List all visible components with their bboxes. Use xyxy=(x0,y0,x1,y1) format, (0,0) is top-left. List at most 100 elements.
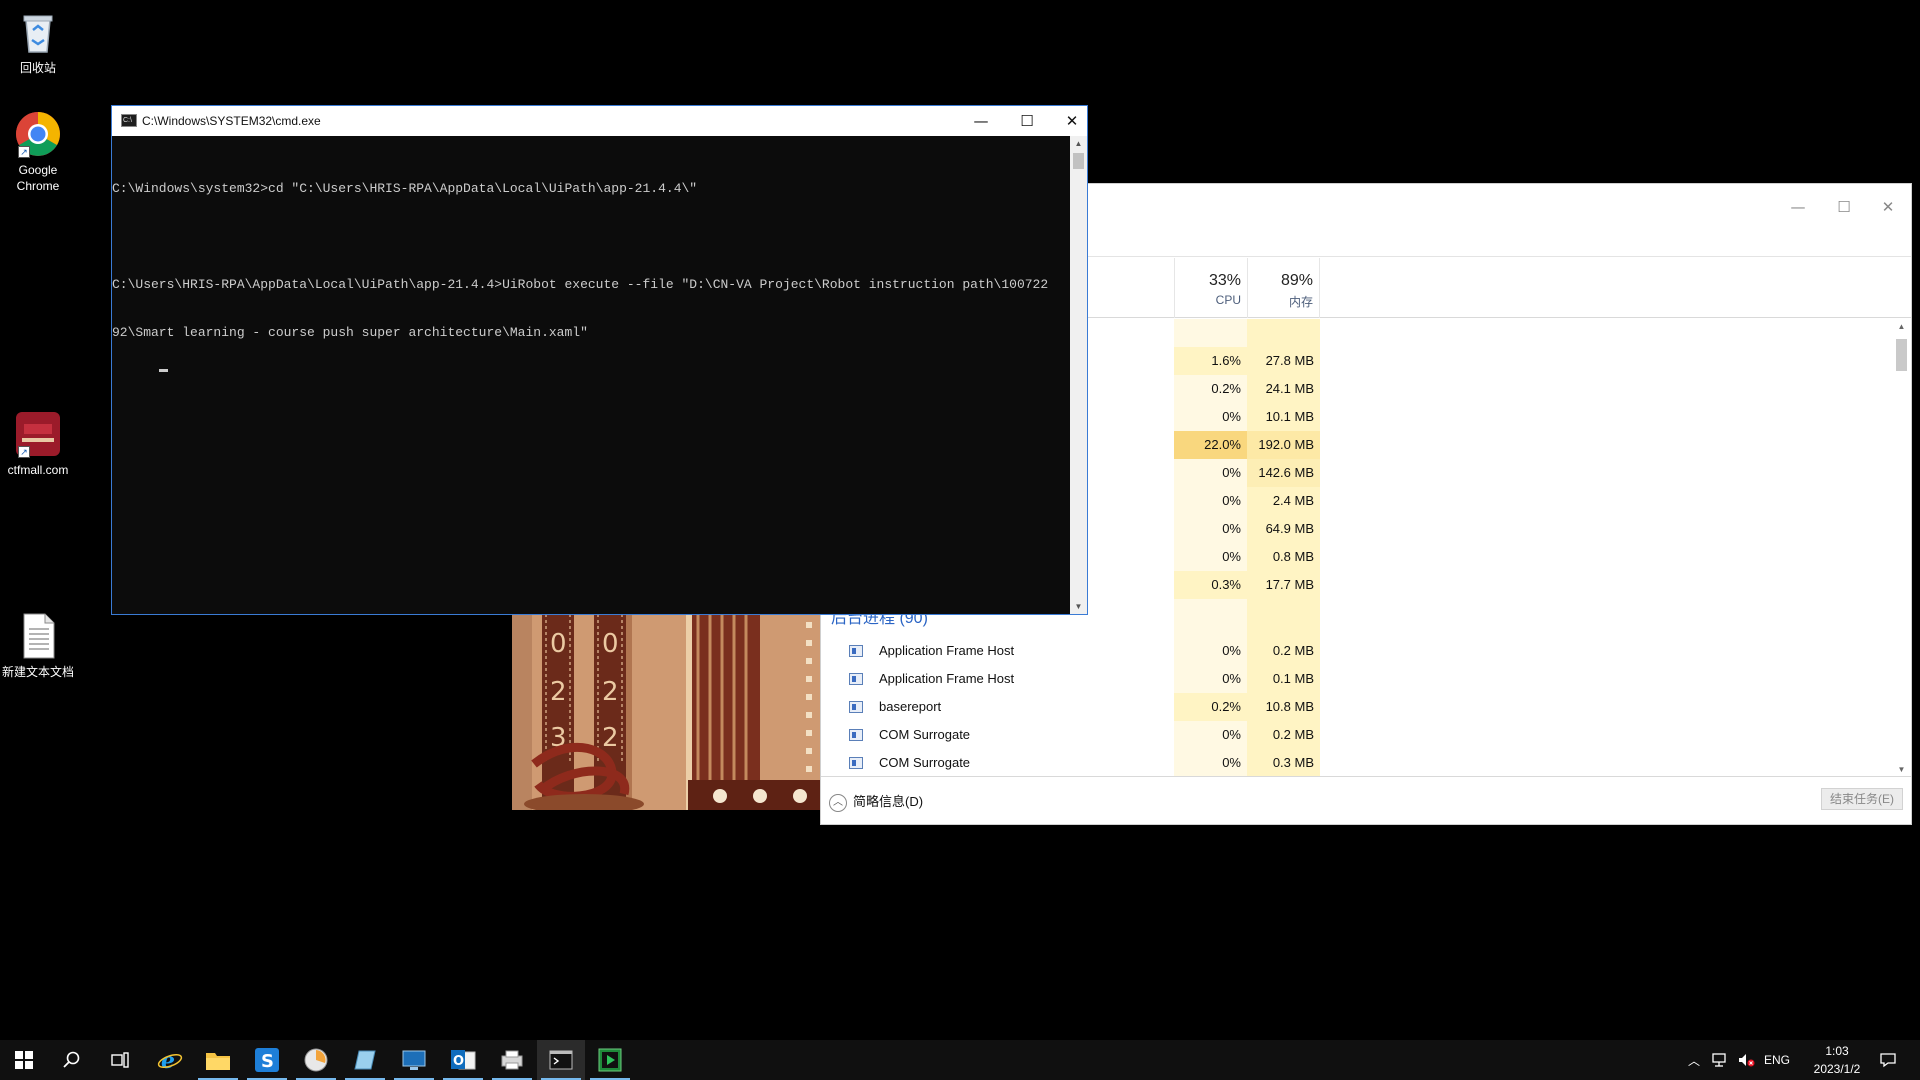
scroll-down-arrow-icon[interactable]: ▼ xyxy=(1896,765,1907,774)
process-icon xyxy=(849,645,863,657)
taskbar-clock-app[interactable] xyxy=(292,1040,340,1080)
desktop-icon-new-text-document[interactable]: 新建文本文档 xyxy=(0,612,76,680)
memory-cell: 27.8 MB xyxy=(1247,347,1320,375)
memory-cell: 17.7 MB xyxy=(1247,571,1320,599)
taskbar-printer-app[interactable] xyxy=(488,1040,536,1080)
outlook-icon: O xyxy=(451,1050,476,1070)
ctfmall-icon: ↗ xyxy=(14,410,62,458)
shortcut-arrow-icon: ↗ xyxy=(18,446,30,458)
table-row[interactable]: COM Surrogate 0% 0.2 MB xyxy=(821,721,1891,749)
desktop-icon-recycle-bin[interactable]: 回收站 xyxy=(0,8,76,76)
memory-cell: 64.9 MB xyxy=(1247,515,1320,543)
action-center-button[interactable] xyxy=(1864,1040,1912,1080)
tm-scroll-thumb[interactable] xyxy=(1896,339,1907,371)
cmd-maximize-button[interactable]: ☐ xyxy=(1010,110,1044,132)
printer-icon xyxy=(501,1050,523,1070)
svg-text:S: S xyxy=(261,1051,274,1072)
desktop: 回收站 ↗ Google Chrome ↗ ctfmall.com 新建文本文档… xyxy=(0,0,1920,1080)
cpu-cell: 0% xyxy=(1174,749,1247,777)
cpu-cell: 0% xyxy=(1174,665,1247,693)
text-document-icon xyxy=(14,612,62,660)
cpu-total-percent: 33% xyxy=(1208,272,1241,289)
network-icon xyxy=(1712,1053,1726,1067)
desktop-icon-label: 新建文本文档 xyxy=(1,665,74,679)
table-row[interactable]: basereport 0.2% 10.8 MB xyxy=(821,693,1891,721)
console-line: 92\Smart learning - course push super ar… xyxy=(112,325,588,340)
chrome-icon: ↗ xyxy=(14,110,62,158)
table-row[interactable]: Application Frame Host 0% 0.2 MB xyxy=(821,637,1891,665)
recycle-bin-icon xyxy=(14,8,62,56)
tm-cpu-column-header[interactable]: 33% CPU xyxy=(1174,258,1247,318)
cpu-cell: 0% xyxy=(1174,637,1247,665)
tm-scrollbar[interactable]: ▲ ▼ xyxy=(1893,319,1909,777)
shortcut-arrow-icon: ↗ xyxy=(18,146,30,158)
volume-muted-icon xyxy=(1739,1054,1755,1067)
cmd-scroll-thumb[interactable] xyxy=(1073,153,1084,169)
scroll-up-arrow-icon[interactable]: ▲ xyxy=(1896,322,1907,331)
start-button[interactable] xyxy=(0,1040,48,1080)
cmd-scrollbar[interactable]: ▲ ▼ xyxy=(1070,136,1087,614)
wallpaper-digit: 0 xyxy=(602,629,619,659)
process-icon xyxy=(849,729,863,741)
memory-cell: 192.0 MB xyxy=(1247,431,1320,459)
cpu-cell: 0% xyxy=(1174,515,1247,543)
tm-memory-column-header[interactable]: 89% 内存 xyxy=(1247,258,1320,318)
search-button[interactable] xyxy=(48,1040,96,1080)
scroll-down-arrow-icon[interactable]: ▼ xyxy=(1070,602,1087,611)
cpu-cell: 0% xyxy=(1174,403,1247,431)
desktop-icon-label: 回收站 xyxy=(19,61,56,75)
cpu-cell: 0% xyxy=(1174,543,1247,571)
cmd-window: C:\ C:\Windows\SYSTEM32\cmd.exe — ☐ ✕ C:… xyxy=(111,105,1088,615)
tm-maximize-button[interactable]: ☐ xyxy=(1829,196,1859,218)
app-s-icon: S xyxy=(255,1048,279,1072)
process-name: basereport xyxy=(879,699,942,714)
tray-show-hidden-button[interactable]: ︿ xyxy=(1682,1040,1706,1080)
tm-minimize-button[interactable]: — xyxy=(1783,196,1813,218)
memory-cell: 0.2 MB xyxy=(1247,637,1320,665)
wallpaper-digit: 2 xyxy=(602,677,619,707)
taskbar-remote-app[interactable] xyxy=(390,1040,438,1080)
notes-app-icon xyxy=(354,1050,376,1070)
task-view-button[interactable] xyxy=(96,1040,144,1080)
memory-cell: 142.6 MB xyxy=(1247,459,1320,487)
cmd-icon: C:\ xyxy=(121,114,137,127)
taskbar-outlook[interactable]: O xyxy=(439,1040,487,1080)
table-row[interactable]: COM Surrogate 0% 0.3 MB xyxy=(821,749,1891,777)
fewer-details-button[interactable]: ︿ 简略信息(D) xyxy=(829,791,923,812)
cmd-console-output[interactable]: C:\Windows\system32>cd "C:\Users\HRIS-RP… xyxy=(112,136,1072,614)
desktop-icon-ctfmall[interactable]: ↗ ctfmall.com xyxy=(0,410,76,478)
desktop-icon-label: ctfmall.com xyxy=(7,463,69,477)
taskbar-notes-app[interactable] xyxy=(341,1040,389,1080)
tray-volume-button[interactable] xyxy=(1734,1040,1758,1080)
memory-cell: 10.8 MB xyxy=(1247,693,1320,721)
tm-close-button[interactable]: ✕ xyxy=(1873,196,1903,218)
cpu-column-label: CPU xyxy=(1215,293,1241,307)
cmd-titlebar[interactable]: C:\ C:\Windows\SYSTEM32\cmd.exe — ☐ ✕ xyxy=(112,106,1087,136)
task-view-icon xyxy=(111,1052,129,1068)
taskbar-app-s[interactable]: S xyxy=(243,1040,291,1080)
desktop-icon-google-chrome[interactable]: ↗ Google Chrome xyxy=(0,110,76,194)
taskbar-clock[interactable]: 1:03 2023/1/2 xyxy=(1808,1042,1866,1078)
table-row[interactable]: Application Frame Host 0% 0.1 MB xyxy=(821,665,1891,693)
taskbar-internet-explorer[interactable]: e xyxy=(146,1040,194,1080)
end-task-button[interactable]: 结束任务(E) xyxy=(1821,788,1903,810)
cmd-close-button[interactable]: ✕ xyxy=(1055,110,1089,132)
tray-network-button[interactable] xyxy=(1708,1040,1732,1080)
wallpaper-image: 0 2 3 0 2 2 xyxy=(512,614,820,810)
console-cursor xyxy=(158,369,168,372)
cpu-cell: 1.6% xyxy=(1174,347,1247,375)
memory-cell: 2.4 MB xyxy=(1247,487,1320,515)
memory-cell: 0.2 MB xyxy=(1247,721,1320,749)
clock-time: 1:03 xyxy=(1825,1044,1849,1058)
svg-text:e: e xyxy=(161,1048,175,1073)
tray-input-language[interactable]: ENG xyxy=(1760,1040,1794,1080)
cpu-cell: 0% xyxy=(1174,459,1247,487)
taskbar-file-explorer[interactable] xyxy=(194,1040,242,1080)
taskbar-uipath-robot[interactable] xyxy=(586,1040,634,1080)
tm-footer: ︿ 简略信息(D) 结束任务(E) xyxy=(821,776,1911,824)
taskbar-cmd[interactable] xyxy=(537,1040,585,1080)
process-name: COM Surrogate xyxy=(879,727,971,742)
svg-text:O: O xyxy=(453,1054,464,1069)
cmd-minimize-button[interactable]: — xyxy=(964,110,998,132)
scroll-up-arrow-icon[interactable]: ▲ xyxy=(1070,139,1087,148)
